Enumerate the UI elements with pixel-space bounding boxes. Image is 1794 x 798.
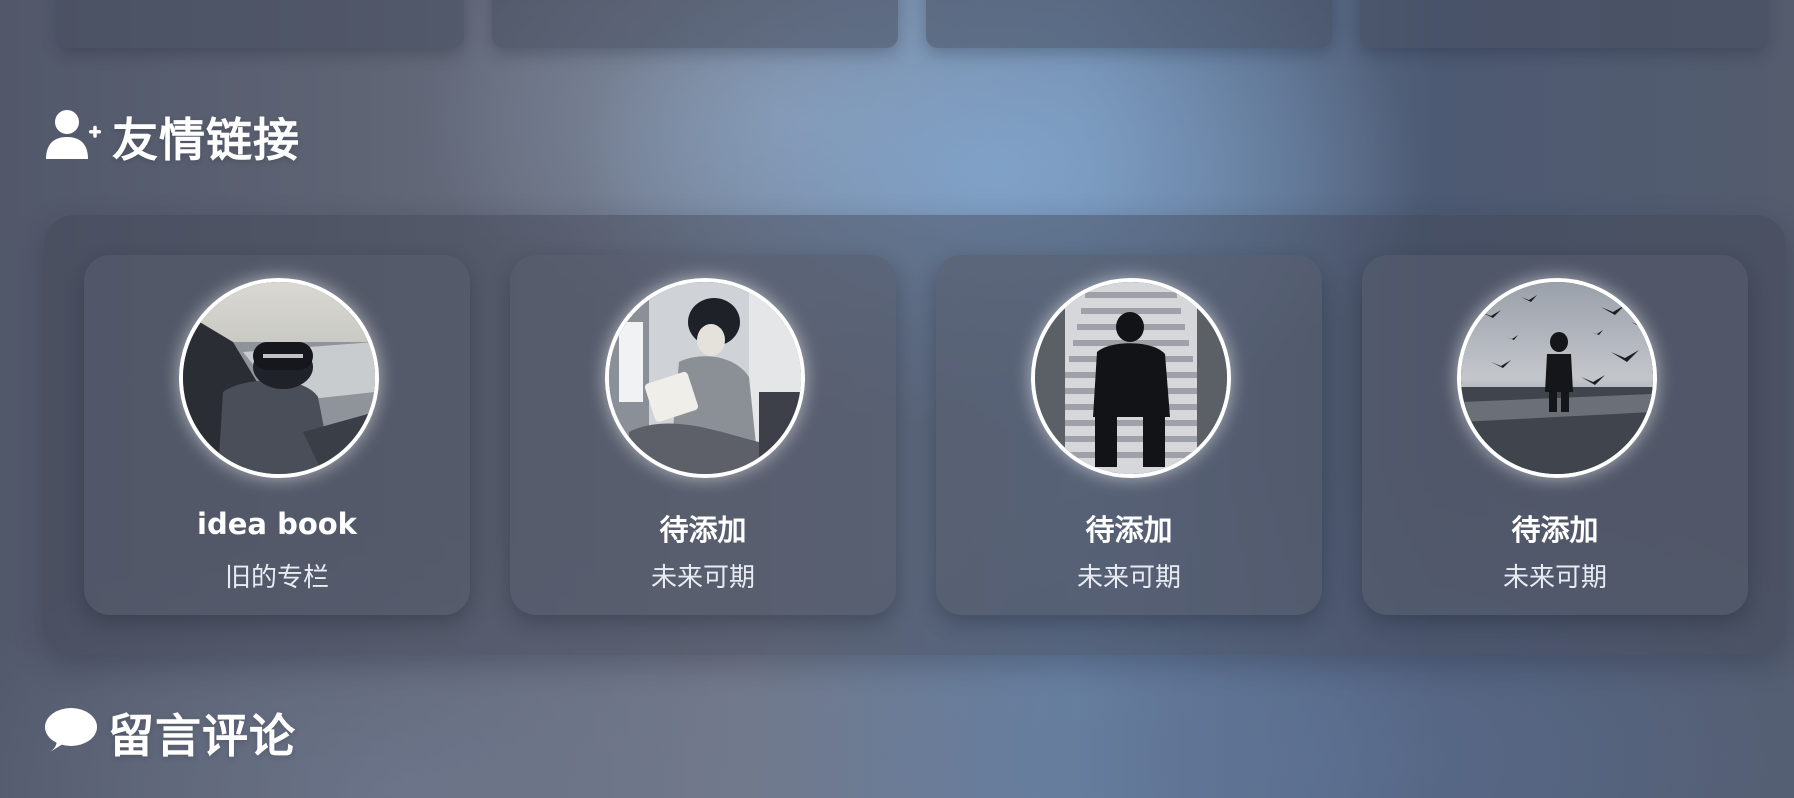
friend-name[interactable]: idea book [84, 507, 470, 541]
friend-name[interactable]: 待添加 [936, 507, 1322, 549]
friend-avatar[interactable] [179, 278, 379, 478]
friend-avatar[interactable] [1457, 278, 1657, 478]
friend-card[interactable]: 待添加 未来可期 [1362, 255, 1748, 615]
top-card-row [58, 0, 1766, 48]
friend-avatar[interactable] [1031, 278, 1231, 478]
comments-section-title: 留言评论 [44, 700, 296, 766]
friend-desc: 未来可期 [650, 563, 755, 593]
friend-desc: 未来可期 [1076, 563, 1181, 593]
friends-panel: idea book 旧的专栏 待添加 未来可期 待添加 未来可期 待添加 未来可… [44, 215, 1786, 655]
friend-desc: 未来可期 [1502, 563, 1607, 593]
friend-desc: 旧的专栏 [224, 563, 329, 593]
add-user-icon [44, 109, 102, 166]
friend-cards-row: idea book 旧的专栏 待添加 未来可期 待添加 未来可期 待添加 未来可… [84, 255, 1748, 615]
comments-title-text: 留言评论 [108, 709, 296, 763]
top-card[interactable] [492, 0, 898, 48]
friend-card[interactable]: 待添加 未来可期 [510, 255, 896, 615]
friend-avatar[interactable] [605, 278, 805, 478]
friend-card[interactable]: idea book 旧的专栏 [84, 255, 470, 615]
friend-name[interactable]: 待添加 [1362, 507, 1748, 549]
top-card[interactable] [58, 0, 464, 48]
friends-section-title: 友情链接 [44, 104, 300, 170]
top-card[interactable] [1360, 0, 1766, 48]
top-card[interactable] [926, 0, 1332, 48]
friends-title-text: 友情链接 [112, 113, 300, 167]
comment-icon [44, 706, 98, 761]
friend-name[interactable]: 待添加 [510, 507, 896, 549]
friend-card[interactable]: 待添加 未来可期 [936, 255, 1322, 615]
